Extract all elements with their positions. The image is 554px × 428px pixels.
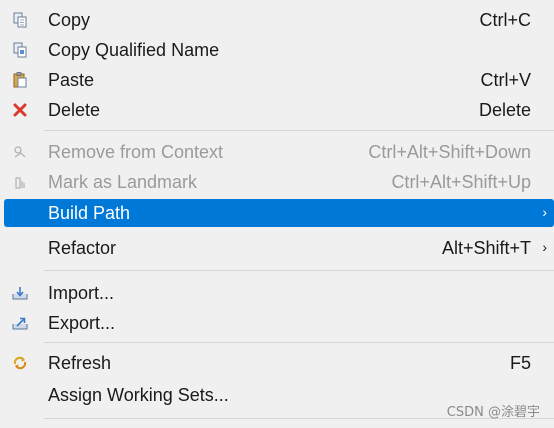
menu-item-label: Copy Qualified Name	[48, 39, 220, 60]
menu-item-delete[interactable]: Delete Delete	[4, 96, 554, 124]
menu-item-label: Copy	[48, 9, 91, 30]
menu-separator	[44, 342, 554, 343]
menu-item-shortcut: Ctrl+V	[480, 69, 531, 90]
menu-item-shortcut: Ctrl+Alt+Shift+Up	[391, 171, 531, 192]
menu-item-label: Delete	[48, 99, 101, 120]
menu-item-label: Refresh	[48, 352, 112, 373]
paste-icon	[12, 72, 28, 88]
copy-qualified-name-icon	[12, 42, 28, 58]
copy-icon	[12, 12, 28, 28]
menu-item-copy-qualified-name[interactable]: Copy Qualified Name	[4, 36, 554, 64]
delete-icon	[12, 102, 28, 118]
menu-item-mark-as-landmark: Mark as Landmark Ctrl+Alt+Shift+Up	[4, 168, 554, 196]
menu-item-remove-from-context: Remove from Context Ctrl+Alt+Shift+Down	[4, 138, 554, 166]
import-icon	[12, 285, 28, 301]
submenu-arrow-icon: ›	[542, 239, 547, 255]
menu-item-shortcut: Ctrl+Alt+Shift+Down	[368, 141, 531, 162]
menu-item-shortcut: Delete	[478, 99, 531, 120]
landmark-icon	[12, 174, 28, 190]
menu-item-shortcut: Alt+Shift+T	[441, 237, 531, 258]
menu-item-paste[interactable]: Paste Ctrl+V	[4, 66, 554, 94]
menu-item-refresh[interactable]: Refresh F5	[4, 349, 554, 377]
menu-item-refactor[interactable]: Refactor Alt+Shift+T ›	[4, 234, 554, 262]
menu-item-label: Paste	[48, 69, 95, 90]
remove-from-context-icon	[12, 144, 28, 160]
menu-item-shortcut: F5	[509, 352, 531, 373]
menu-item-label: Build Path	[48, 202, 131, 223]
menu-item-build-path[interactable]: Build Path ›	[4, 199, 554, 227]
menu-item-shortcut: Ctrl+C	[479, 9, 531, 30]
menu-item-label: Remove from Context	[48, 141, 224, 162]
submenu-arrow-icon: ›	[542, 204, 547, 220]
menu-item-label: Import...	[48, 282, 115, 303]
context-menu: Copy Ctrl+C Copy Qualified Name Paste Ct…	[0, 0, 554, 428]
export-icon	[12, 315, 28, 331]
menu-item-export[interactable]: Export...	[4, 309, 554, 337]
menu-item-import[interactable]: Import...	[4, 279, 554, 307]
menu-item-label: Assign Working Sets...	[48, 384, 229, 405]
menu-item-label: Mark as Landmark	[48, 171, 198, 192]
watermark: CSDN @涂碧宇	[446, 405, 540, 420]
menu-separator	[44, 270, 554, 271]
menu-item-label: Refactor	[48, 237, 117, 258]
refresh-icon	[12, 355, 28, 371]
menu-item-copy[interactable]: Copy Ctrl+C	[4, 6, 554, 34]
menu-item-label: Export...	[48, 312, 116, 333]
menu-separator	[44, 130, 554, 131]
